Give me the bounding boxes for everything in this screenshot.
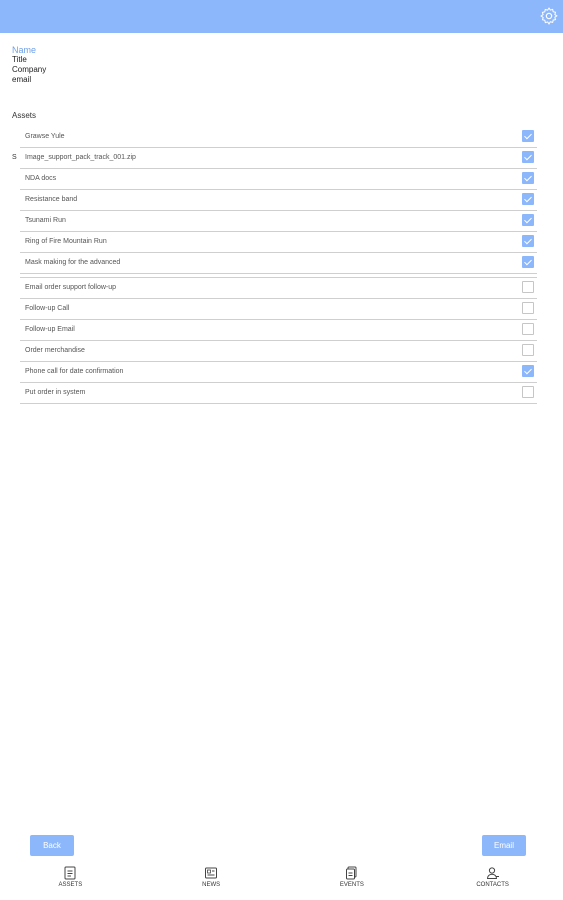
list-item-label: Grawse Yule [25, 133, 65, 140]
nav-item-news[interactable]: NEWS [141, 860, 282, 900]
profile-block: Name Title Company email [12, 45, 46, 85]
profile-title: Title [12, 55, 27, 64]
checkbox[interactable] [522, 386, 534, 398]
profile-name[interactable]: Name [12, 45, 46, 55]
list-item-label: Put order in system [25, 389, 86, 396]
contacts-icon [422, 866, 563, 880]
checkbox[interactable] [522, 193, 534, 205]
assets-heading: Assets [12, 111, 37, 120]
nav-item-events[interactable]: EVENTS [282, 860, 423, 900]
list-item-label: Follow-up Email [25, 326, 75, 333]
list-item-label: Order merchandise [25, 347, 85, 354]
back-button[interactable]: Back [30, 835, 74, 856]
checkbox[interactable] [522, 365, 534, 377]
checkbox[interactable] [522, 235, 534, 247]
list-item[interactable]: Follow-up Email [20, 320, 537, 341]
nav-item-contacts[interactable]: CONTACTS [422, 860, 563, 900]
checkbox[interactable] [522, 344, 534, 356]
list-item[interactable]: Resistance band [20, 190, 537, 211]
list-item-label: Ring of Fire Mountain Run [25, 238, 107, 245]
list-item[interactable]: Mask making for the advanced [20, 253, 537, 274]
nav-label-contacts: CONTACTS [476, 882, 509, 888]
list-item[interactable]: Grawse Yule [20, 127, 537, 148]
checkbox[interactable] [522, 302, 534, 314]
checkbox[interactable] [522, 130, 534, 142]
list-item[interactable]: Phone call for date confirmation [20, 362, 537, 383]
checkbox[interactable] [522, 214, 534, 226]
list-item-label: Phone call for date confirmation [25, 368, 124, 375]
profile-email: email [12, 75, 32, 84]
list-item[interactable]: Tsunami Run [20, 211, 537, 232]
gear-icon[interactable] [539, 6, 559, 26]
nav-label-news: NEWS [202, 882, 221, 888]
list-item[interactable]: Follow-up Call [20, 299, 537, 320]
events-icon [282, 866, 423, 880]
checkbox[interactable] [522, 256, 534, 268]
list-item[interactable]: Order merchandise [20, 341, 537, 362]
list-item[interactable]: Email order support follow-up [20, 278, 537, 299]
assets-icon [0, 866, 141, 880]
list-item-label: Mask making for the advanced [25, 259, 121, 266]
nav-item-assets[interactable]: ASSETS [0, 860, 141, 900]
row-marker: S [12, 154, 17, 161]
list-item[interactable]: S Image_support_pack_track_001.zip [12, 148, 537, 169]
list-item[interactable]: Ring of Fire Mountain Run [20, 232, 537, 253]
bottom-nav: ASSETS NEWS EVENTS CONTACTS [0, 860, 563, 900]
checklist: Grawse Yule S Image_support_pack_track_0… [12, 127, 537, 404]
list-item-label: Email order support follow-up [25, 284, 117, 291]
list-item-label: Resistance band [25, 196, 78, 203]
list-item[interactable]: Put order in system [20, 383, 537, 404]
list-item-label: NDA docs [25, 175, 57, 182]
checkbox[interactable] [522, 151, 534, 163]
list-item-label: Follow-up Call [25, 305, 70, 312]
checkbox[interactable] [522, 172, 534, 184]
list-item-label: Tsunami Run [25, 217, 66, 224]
nav-label-assets: ASSETS [58, 882, 83, 888]
list-item-label: Image_support_pack_track_001.zip [25, 154, 136, 161]
checkbox[interactable] [522, 323, 534, 335]
checkbox[interactable] [522, 281, 534, 293]
list-item[interactable]: NDA docs [20, 169, 537, 190]
profile-company: Company [12, 65, 47, 74]
nav-label-events: EVENTS [339, 882, 364, 888]
news-icon [141, 866, 282, 880]
top-bar [0, 0, 563, 33]
email-button[interactable]: Email [482, 835, 526, 856]
